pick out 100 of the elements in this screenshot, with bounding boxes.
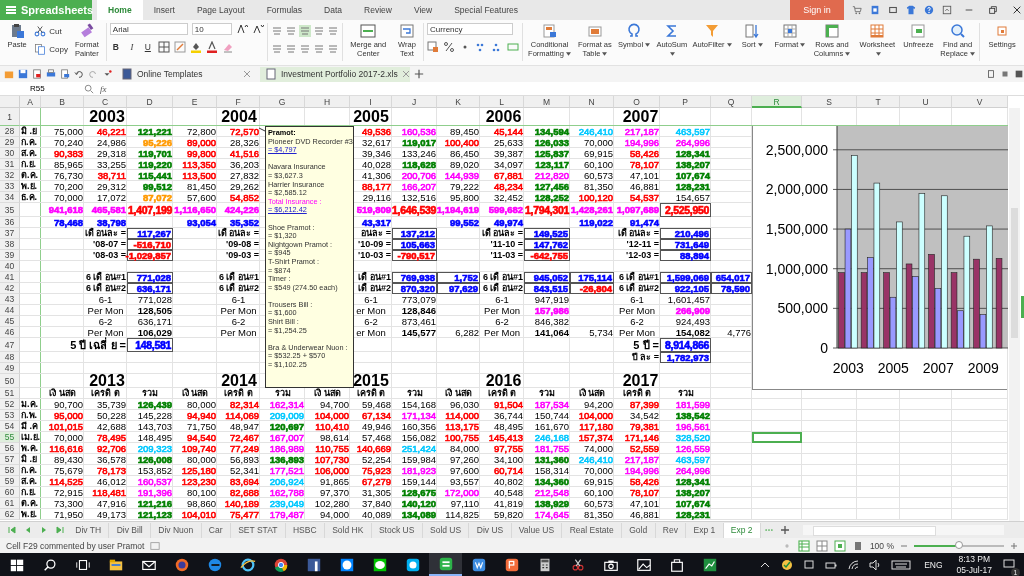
column-header[interactable]: M — [524, 96, 570, 108]
app-tile-icon[interactable] — [470, 556, 487, 573]
row-header[interactable]: 48 — [0, 352, 20, 363]
row-header[interactable]: 59 — [0, 476, 20, 487]
page-icon[interactable] — [986, 69, 996, 79]
wheel-icon[interactable] — [272, 556, 289, 573]
column-header[interactable]: U — [900, 96, 952, 108]
notification-icon[interactable] — [1003, 557, 1015, 570]
row-header[interactable]: 40 — [0, 261, 20, 272]
column-header[interactable]: L — [480, 96, 524, 108]
sheet-tab[interactable]: Gold — [621, 522, 656, 538]
ribbon-tab[interactable]: Review — [353, 0, 403, 20]
sheet-tab[interactable]: Car — [201, 522, 231, 538]
column-header[interactable]: G — [260, 96, 305, 108]
new-tab-icon[interactable] — [414, 69, 424, 79]
window-icon[interactable] — [888, 5, 898, 15]
column-header[interactable]: H — [305, 96, 350, 108]
sheet-tab[interactable]: Rev — [655, 522, 687, 538]
row-header[interactable]: 30 — [0, 148, 20, 159]
zoom-icon[interactable] — [84, 83, 94, 94]
print-icon[interactable] — [46, 69, 56, 79]
sheet-tab[interactable]: Stock US — [371, 522, 423, 538]
sheet-tab[interactable]: Div Bill — [109, 522, 151, 538]
clock-time[interactable]: 8:13 PM — [958, 553, 991, 565]
sheet-tab[interactable]: Sold HK — [324, 522, 372, 538]
sheet-tab[interactable]: Real Estate — [562, 522, 622, 538]
sheet-tab[interactable]: Div TH — [68, 522, 110, 538]
collapse-ribbon-icon[interactable] — [942, 5, 952, 15]
decrease-font-icon[interactable] — [251, 23, 264, 35]
row-header[interactable]: 31 — [0, 159, 20, 170]
sheet-tab[interactable]: Sold US — [422, 522, 470, 538]
column-header[interactable]: D — [127, 96, 173, 108]
row-header[interactable]: 35 — [0, 203, 20, 217]
row-header[interactable]: 62 — [0, 509, 20, 520]
row-header[interactable]: 39 — [0, 250, 20, 261]
row-header[interactable]: 50 — [0, 374, 20, 388]
document-tab[interactable]: Online Templates — [116, 66, 256, 82]
row-header[interactable]: 53 — [0, 410, 20, 421]
row-header[interactable]: 29 — [0, 137, 20, 148]
chat-bubble-icon[interactable] — [371, 556, 388, 573]
cell-cursor[interactable] — [752, 432, 802, 443]
row-header[interactable]: 56 — [0, 443, 20, 454]
row-header[interactable]: 58 — [0, 465, 20, 476]
row-header[interactable]: 47 — [0, 338, 20, 352]
row-header[interactable]: 61 — [0, 498, 20, 509]
sheet-tab[interactable]: Div Nuon — [151, 522, 202, 538]
zoom-slider[interactable] — [914, 544, 1004, 547]
row-header[interactable]: 1 — [0, 108, 20, 126]
row-header[interactable]: 28 — [0, 126, 20, 137]
number-format-field[interactable]: Currency — [427, 23, 514, 35]
row-header[interactable]: 43 — [0, 294, 20, 305]
row-header[interactable]: 57 — [0, 454, 20, 465]
ribbon-tab[interactable]: Page Layout — [185, 0, 256, 20]
ribbon-tab[interactable]: Home — [97, 0, 143, 20]
row-header[interactable]: 60 — [0, 487, 20, 498]
language-indicator[interactable]: ENG — [924, 559, 943, 570]
restore-icon[interactable] — [988, 5, 998, 15]
page-break-icon[interactable] — [833, 539, 846, 552]
column-header[interactable]: C — [84, 96, 127, 108]
column-header[interactable]: T — [857, 96, 900, 108]
column-header[interactable]: A — [20, 96, 41, 108]
increase-font-icon[interactable] — [235, 23, 248, 35]
name-box[interactable]: R55 — [0, 84, 78, 93]
undo-icon[interactable] — [74, 69, 84, 79]
column-header[interactable]: S — [802, 96, 857, 108]
app-tile-icon[interactable] — [437, 555, 454, 572]
column-header[interactable]: Q — [711, 96, 752, 108]
font-color-icon[interactable] — [205, 41, 218, 53]
sheet-tab[interactable]: SET STAT — [230, 522, 286, 538]
photo-icon[interactable] — [635, 556, 652, 573]
row-header[interactable]: 54 — [0, 421, 20, 432]
chat-bubble-icon[interactable] — [338, 556, 355, 573]
taskbar-button[interactable] — [429, 553, 462, 576]
sheet-tab[interactable]: Exp 1 — [686, 522, 724, 538]
ribbon-tab[interactable]: Formulas — [255, 0, 314, 20]
zoom-slider-thumb[interactable] — [955, 540, 963, 549]
borders-icon[interactable] — [157, 41, 170, 53]
fill-color-icon[interactable] — [189, 41, 202, 53]
chart-app-icon[interactable] — [701, 556, 718, 573]
help-icon[interactable] — [924, 5, 934, 15]
row-header[interactable]: 41 — [0, 272, 20, 283]
ribbon-tab[interactable]: Insert — [142, 0, 186, 20]
accounting-icon[interactable] — [427, 41, 440, 53]
wifi-icon[interactable] — [847, 558, 860, 571]
side-panel-handle[interactable] — [1021, 296, 1024, 318]
column-header[interactable]: K — [437, 96, 480, 108]
zoom-in-icon[interactable] — [1010, 541, 1018, 550]
document-icon[interactable] — [870, 5, 880, 15]
ribbon-tab[interactable]: Special Features — [443, 0, 529, 20]
shirt-icon[interactable] — [906, 5, 916, 15]
row-header[interactable]: 46 — [0, 327, 20, 338]
document-tab[interactable]: Investment Portfolio 2017-2.xls — [260, 66, 410, 82]
sheet-tab[interactable]: Exp 2 — [723, 522, 761, 538]
column-header[interactable]: F — [217, 96, 260, 108]
shield-icon[interactable] — [781, 558, 794, 571]
vertical-scrollbar[interactable] — [1009, 108, 1020, 521]
column-header[interactable]: R — [752, 96, 802, 108]
column-header[interactable]: J — [392, 96, 437, 108]
row-header[interactable]: 33 — [0, 181, 20, 192]
ribbon-tab[interactable]: View — [402, 0, 444, 20]
